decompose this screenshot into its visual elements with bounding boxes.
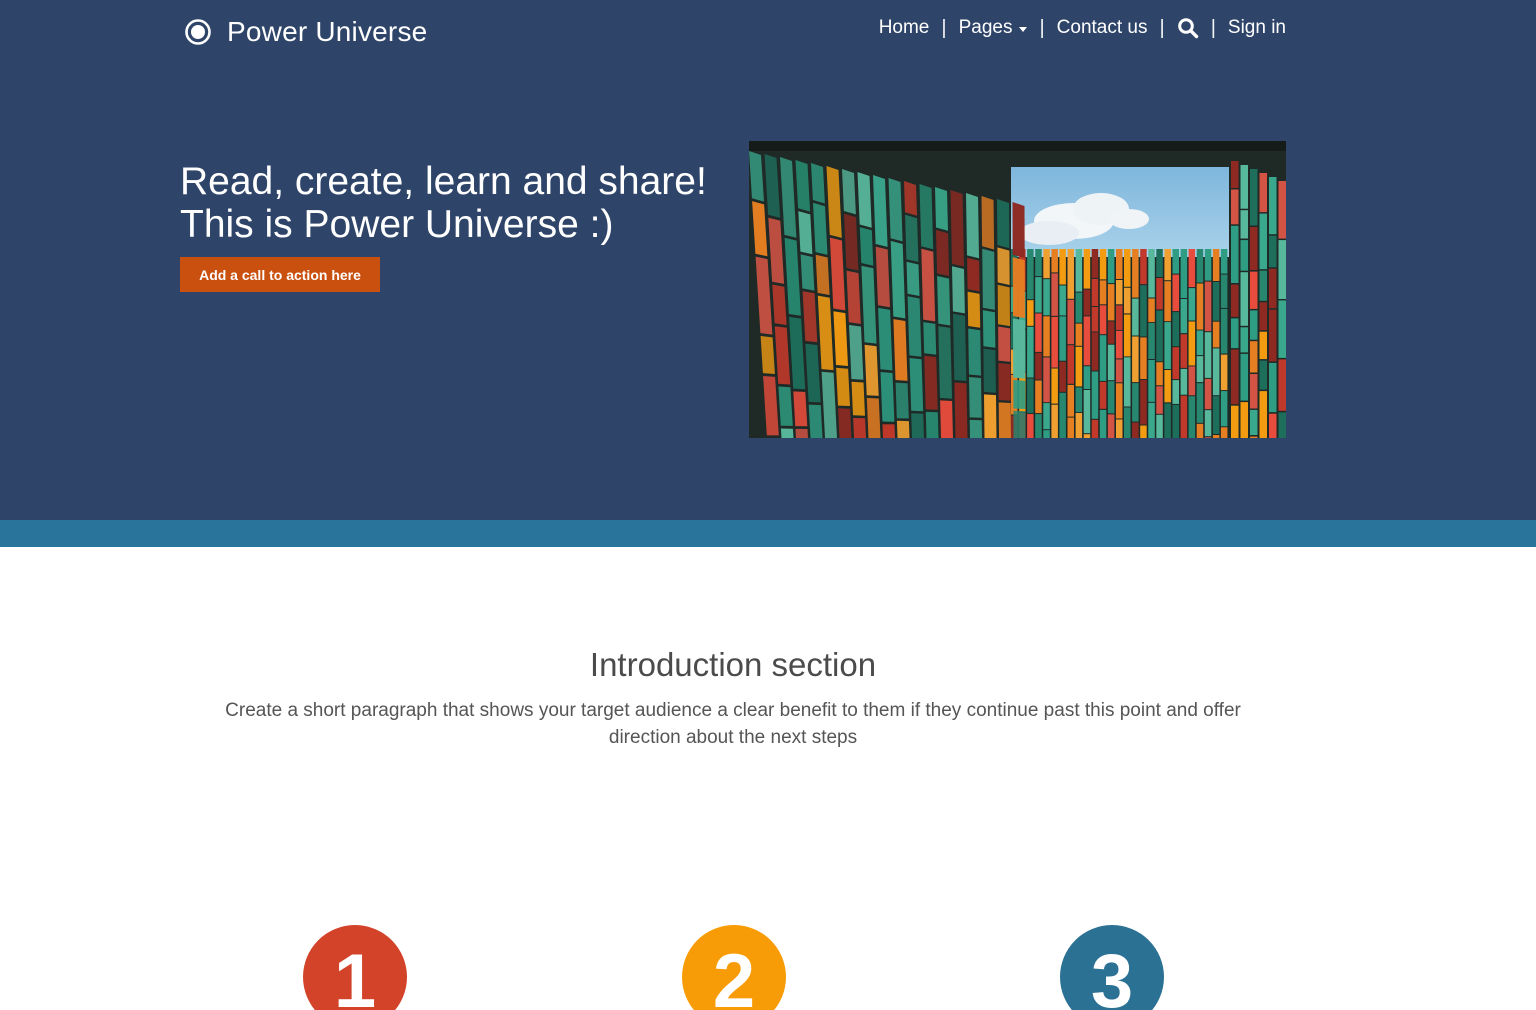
nav-home-link[interactable]: Home <box>879 17 930 39</box>
nav-separator: | <box>1211 17 1216 40</box>
ring-dot-icon <box>183 17 213 47</box>
search-icon <box>1177 17 1199 39</box>
nav-contact-link[interactable]: Contact us <box>1057 17 1148 39</box>
intro-title: Introduction section <box>0 646 1466 684</box>
nav-pages-dropdown[interactable]: Pages <box>959 17 1028 39</box>
nav-separator: | <box>941 17 946 40</box>
call-to-action-button[interactable]: Add a call to action here <box>180 257 380 292</box>
hero-headline: Read, create, learn and share! This is P… <box>180 160 740 246</box>
nav-separator: | <box>1039 17 1044 40</box>
step-1-number: 1 <box>334 930 376 1010</box>
step-3-number: 3 <box>1091 930 1133 1010</box>
intro-paragraph: Create a short paragraph that shows your… <box>210 697 1256 751</box>
step-2-badge: 2 <box>682 925 786 1010</box>
hero-image <box>749 141 1286 438</box>
building-facade-image <box>749 141 1286 438</box>
step-1-badge: 1 <box>303 925 407 1010</box>
site-name: Power Universe <box>227 16 427 48</box>
nav-sign-in-link[interactable]: Sign in <box>1228 17 1286 39</box>
top-navigation: Home | Pages | Contact us | | Sign in <box>879 14 1286 42</box>
step-2-number: 2 <box>713 930 755 1010</box>
nav-separator: | <box>1159 17 1164 40</box>
hero-headline-line-2: This is Power Universe :) <box>180 203 740 246</box>
brand-logo-link[interactable]: Power Universe <box>183 14 427 50</box>
nav-search-button[interactable] <box>1177 17 1199 39</box>
caret-down-icon <box>1019 27 1027 32</box>
nav-pages-label: Pages <box>959 17 1013 39</box>
accent-stripe <box>0 520 1536 547</box>
step-3-badge: 3 <box>1060 925 1164 1010</box>
hero-headline-line-1: Read, create, learn and share! <box>180 160 740 203</box>
